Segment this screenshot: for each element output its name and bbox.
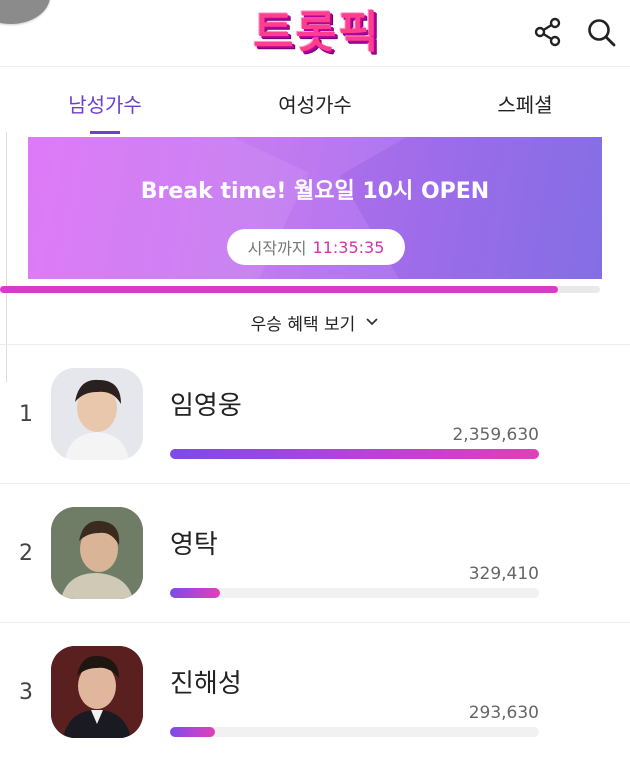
avatar-image	[51, 507, 143, 599]
singer-avatar	[51, 507, 143, 599]
view-benefits-button[interactable]: 우승 혜택 보기	[0, 304, 630, 340]
countdown-label: 시작까지	[247, 239, 307, 258]
active-tab-indicator	[90, 131, 120, 134]
event-progress-bar	[0, 286, 600, 293]
search-icon[interactable]	[585, 16, 617, 48]
tab-special[interactable]: 스페셜	[420, 67, 630, 139]
vote-count: 2,359,630	[452, 425, 539, 445]
share-icon[interactable]	[532, 16, 564, 48]
category-tabs: 남성가수 여성가수 스페셜	[0, 67, 630, 139]
rank-number: 2	[19, 541, 33, 566]
avatar-image	[51, 646, 143, 738]
rank-number: 3	[19, 680, 33, 705]
logo-text: 트롯픽	[253, 7, 381, 58]
vote-bar-fill	[170, 588, 221, 598]
singer-name: 진해성	[170, 669, 242, 699]
vote-bar	[170, 449, 539, 459]
ranking-row[interactable]: 1 임영웅 2,359,630	[0, 345, 630, 483]
singer-avatar	[51, 646, 143, 738]
vote-bar-fill	[170, 727, 215, 737]
app-header: 트롯픽	[0, 0, 630, 66]
view-benefits-label: 우승 혜택 보기	[250, 314, 356, 335]
singer-name: 영탁	[170, 530, 218, 560]
vote-count: 293,630	[468, 703, 539, 723]
back-button[interactable]	[0, 0, 50, 24]
event-progress-fill	[0, 286, 558, 293]
tab-male-singers[interactable]: 남성가수	[0, 67, 210, 139]
singer-name: 임영웅	[170, 391, 242, 421]
avatar-image	[51, 368, 143, 460]
vote-count: 329,410	[468, 564, 539, 584]
singer-avatar	[51, 368, 143, 460]
vote-bar	[170, 727, 539, 737]
vote-bar-fill	[170, 449, 539, 459]
app-logo[interactable]: 트롯픽	[228, 4, 406, 62]
ranking-row[interactable]: 3 진해성 293,630	[0, 623, 630, 761]
countdown-time: 11:35:35	[312, 237, 385, 257]
rank-number: 1	[19, 402, 33, 427]
countdown-pill: 시작까지 11:35:35	[227, 229, 405, 265]
chevron-down-icon	[366, 318, 378, 326]
event-banner[interactable]: Break time! 월요일 10시 OPEN 시작까지 11:35:35	[28, 137, 602, 279]
tab-female-singers[interactable]: 여성가수	[210, 67, 420, 139]
ranking-row[interactable]: 2 영탁 329,410	[0, 484, 630, 622]
vote-bar	[170, 588, 539, 598]
banner-title: Break time! 월요일 10시 OPEN	[140, 179, 490, 204]
